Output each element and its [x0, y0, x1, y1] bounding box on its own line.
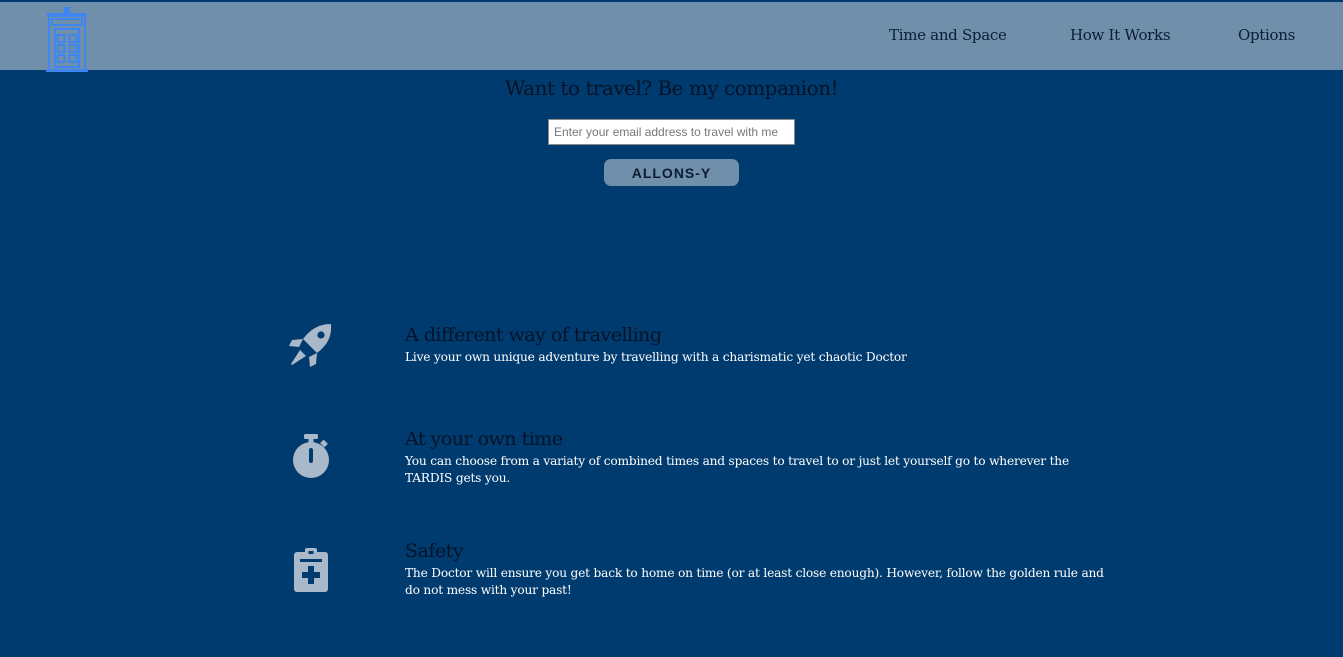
police-box-icon[interactable]: [46, 4, 88, 72]
top-nav-bar: Time and Space How It Works Options: [0, 2, 1343, 72]
nav-link-how-it-works[interactable]: How It Works: [1070, 26, 1171, 44]
feature-title: At your own time: [405, 428, 563, 450]
hero-headline: Want to travel? Be my companion!: [504, 76, 839, 100]
email-input[interactable]: [548, 119, 795, 145]
feature-title: Safety: [405, 540, 464, 562]
clipboard-medical-icon: [288, 547, 334, 593]
feature-title: A different way of travelling: [405, 324, 662, 346]
nav-link-time-and-space[interactable]: Time and Space: [889, 26, 1007, 44]
allons-y-button[interactable]: ALLONS-Y: [604, 159, 739, 186]
feature-description: The Doctor will ensure you get back to h…: [405, 566, 1104, 597]
feature-description: Live your own unique adventure by travel…: [405, 350, 907, 364]
stopwatch-icon: [288, 434, 334, 480]
rocket-icon: [288, 322, 334, 368]
nav-link-options[interactable]: Options: [1238, 26, 1295, 44]
feature-description: You can choose from a variaty of combine…: [405, 454, 1069, 485]
